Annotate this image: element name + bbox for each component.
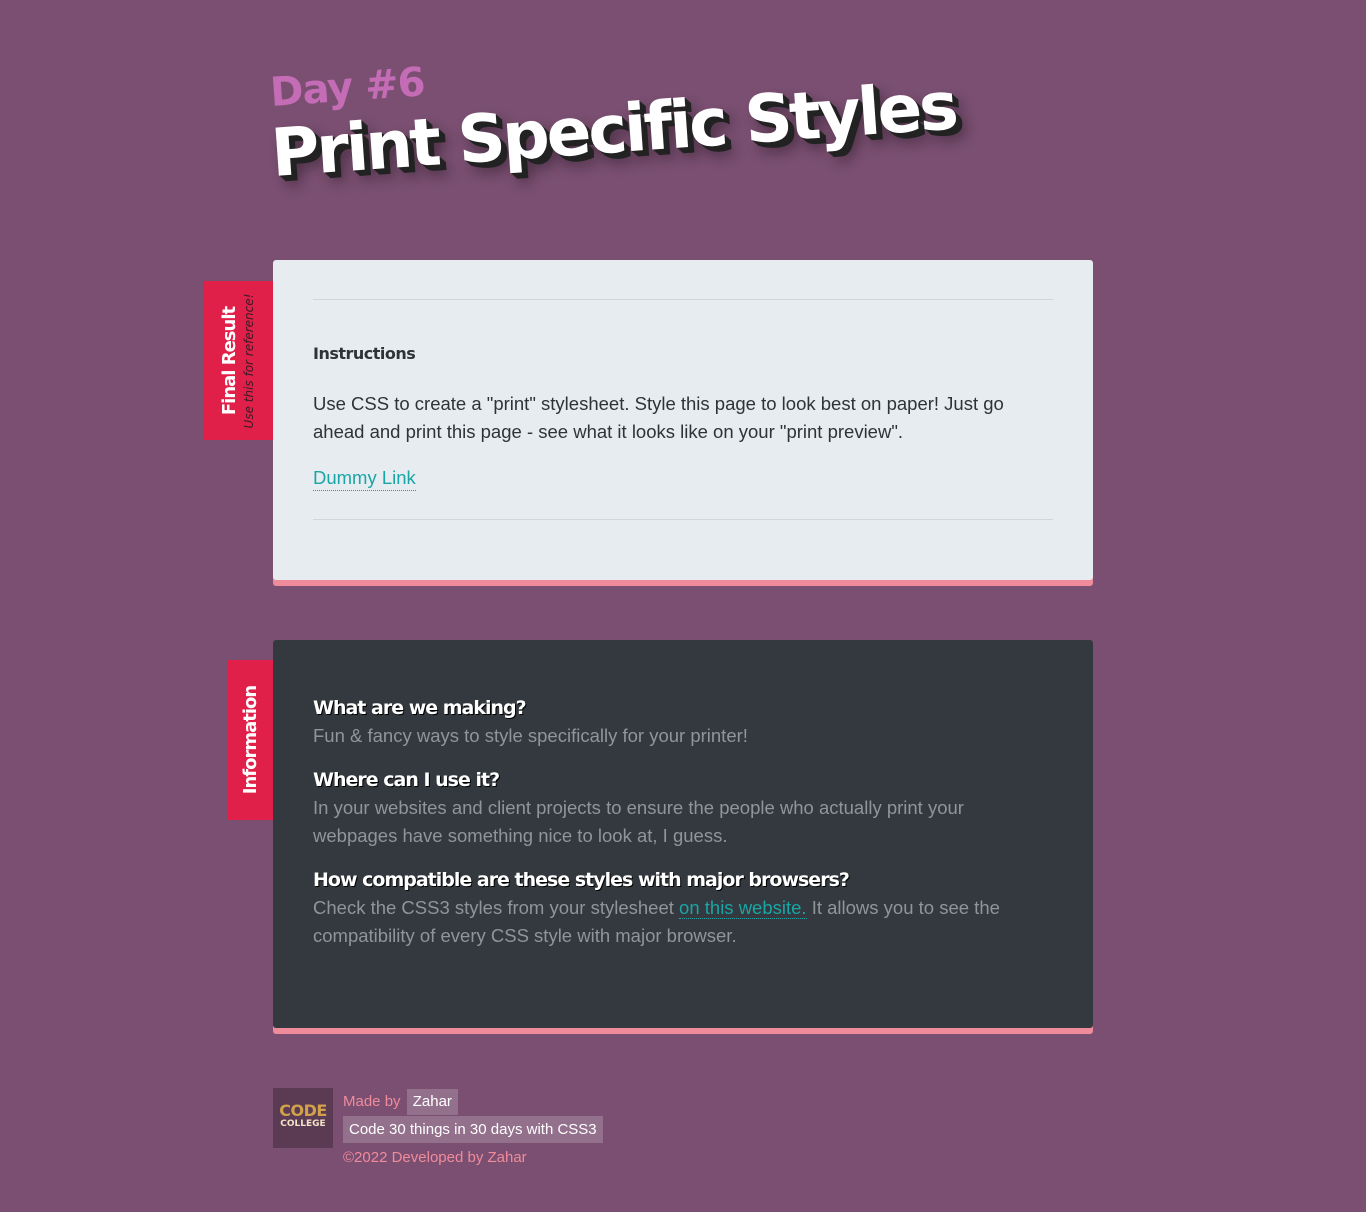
logo-code-text: CODE xyxy=(279,1101,327,1120)
info-question: Where can I use it? xyxy=(313,769,500,791)
info-answer: Check the CSS3 styles from your styleshe… xyxy=(313,894,1053,950)
divider-top xyxy=(313,299,1053,300)
compatibility-website-link[interactable]: on this website. xyxy=(679,897,807,919)
info-item: Where can I use it? In your websites and… xyxy=(313,766,1053,850)
info-answer: Fun & fancy ways to style specifically f… xyxy=(313,725,748,746)
information-tab-label: Information xyxy=(239,685,261,795)
logo-college-text: COLLEGE xyxy=(280,1119,326,1129)
instructions-heading: Instructions xyxy=(313,344,416,363)
made-by-label: Made by xyxy=(343,1093,401,1110)
divider-bottom xyxy=(313,519,1053,520)
footer: Made by Zahar Code 30 things in 30 days … xyxy=(343,1088,603,1172)
info-item: How compatible are these styles with maj… xyxy=(313,866,1053,950)
author-link[interactable]: Zahar xyxy=(406,1089,458,1115)
copyright-text: ©2022 Developed by Zahar xyxy=(343,1149,527,1166)
final-result-card: Instructions Use CSS to create a "print"… xyxy=(273,260,1093,580)
information-tab: Information xyxy=(228,660,273,820)
course-row: Code 30 things in 30 days with CSS3 xyxy=(343,1116,603,1144)
info-item: What are we making? Fun & fancy ways to … xyxy=(313,694,1053,750)
info-answer-text: Check the CSS3 styles from your styleshe… xyxy=(313,897,680,918)
final-result-tab-label: Final Result xyxy=(219,306,240,415)
info-question: What are we making? xyxy=(313,697,527,719)
instructions-text: Use CSS to create a "print" stylesheet. … xyxy=(313,393,1004,442)
dummy-link[interactable]: Dummy Link xyxy=(313,466,416,491)
final-result-tab-sublabel: Use this for reference! xyxy=(242,293,256,428)
final-result-tab: Final Result Use this for reference! xyxy=(203,281,273,440)
information-card: What are we making? Fun & fancy ways to … xyxy=(273,640,1093,1028)
code-college-logo[interactable]: CODE COLLEGE xyxy=(273,1088,333,1148)
info-answer: In your websites and client projects to … xyxy=(313,797,964,846)
course-link[interactable]: Code 30 things in 30 days with CSS3 xyxy=(343,1116,603,1143)
info-question: How compatible are these styles with maj… xyxy=(313,869,850,891)
made-by-row: Made by Zahar xyxy=(343,1088,603,1116)
